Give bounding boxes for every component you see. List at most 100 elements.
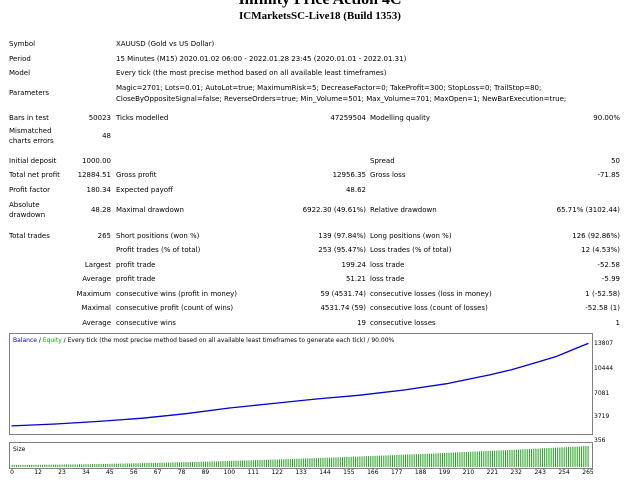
data-point [315,398,317,400]
gross-loss-label: Gross loss [370,171,406,179]
size-bar [541,448,543,467]
loss-trades-value: 12 (4.53%) [581,246,620,254]
size-bar [326,457,328,467]
maximal-dd-value: 6922.30 (49.61%) [302,206,366,214]
size-bar [165,462,167,467]
size-bar [394,455,396,467]
size-bar [124,463,126,467]
maximum-label: Maximum [76,290,112,298]
size-bar [481,451,483,467]
symbol-label: Symbol [9,40,36,48]
size-bar [70,464,72,467]
absolute-dd-label-1: Absolute [9,201,40,209]
size-chart: Size [9,442,593,469]
size-bar [176,462,178,467]
size-bar [587,446,589,467]
size-bar [583,446,585,467]
size-bar [513,449,515,467]
size-bar [378,455,380,467]
model-value: Every tick (the most precise method base… [116,69,387,77]
size-bar [200,461,202,467]
size-bar [576,446,578,467]
size-bar [294,458,296,467]
x-tick-label: 111 [247,469,259,476]
size-bar [89,464,91,467]
size-bar [461,452,463,467]
size-bar [359,456,361,467]
data-point [576,347,578,349]
size-bar [157,462,159,467]
size-bar [161,462,163,467]
size-bar [400,454,402,467]
data-point [185,413,187,415]
size-bar [341,457,343,467]
size-bar [518,449,520,467]
size-bar [494,450,496,467]
size-bar [435,453,437,467]
long-positions-label: Long positions (won %) [370,232,452,240]
maximal-label: Maximal [81,304,111,312]
data-point [565,351,567,353]
max-cons-profit-label: consecutive profit (count of wins) [116,304,234,312]
size-bar [55,464,57,467]
size-bar [528,448,530,467]
size-bar [76,464,78,467]
size-bar [139,463,141,467]
size-bar [485,451,487,467]
max-cons-loss-label: consecutive loss (count of losses) [370,304,488,312]
size-bar [207,461,209,467]
data-point [533,362,535,364]
size-bar [383,455,385,467]
size-bar [198,461,200,467]
size-bar [105,463,107,467]
size-bar [424,453,426,467]
size-bar [472,451,474,467]
size-bar [261,459,263,467]
max-cons-wins-label: consecutive wins (profit in money) [116,290,238,298]
x-tick-label: 243 [534,469,546,476]
size-bar [74,464,76,467]
size-bar [211,461,213,467]
series-line-balance [11,342,589,427]
size-bar [365,456,367,467]
size-bar [450,452,452,467]
size-bar [152,462,154,467]
size-bar [446,452,448,467]
x-tick-label: 34 [82,469,90,476]
gross-profit-label: Gross profit [116,171,157,179]
size-bar [352,456,354,467]
size-bar [168,462,170,467]
data-point [359,394,361,396]
largest-label: Largest [84,261,111,269]
size-bar [113,463,115,467]
size-bar [268,459,270,467]
size-bar [98,463,100,467]
size-bar [37,464,39,467]
size-bar [311,458,313,467]
size-bar [231,460,233,467]
size-bar [554,447,556,467]
size-bar [31,464,33,467]
size-bar [274,459,276,467]
size-bar [315,458,317,467]
bars-value: 50023 [88,114,111,122]
size-bar [346,456,348,467]
size-bar [337,457,339,467]
size-bar [507,450,509,467]
maximal-dd-label: Maximal drawdown [116,206,184,214]
size-bar [13,464,15,467]
size-bar [465,451,467,467]
long-positions-value: 126 (92.86%) [572,232,620,240]
size-bar [335,457,337,467]
size-bar [420,453,422,467]
size-bar [63,464,65,467]
size-bar [235,460,237,467]
max-cons-profit-value: 4531.74 (59) [320,304,366,312]
size-bar [426,453,428,467]
size-bar [391,455,393,467]
x-tick-label: 23 [58,469,66,476]
size-bar [552,447,554,467]
size-bar [381,455,383,467]
size-bar [83,464,85,467]
avg-cons-wins-value: 19 [357,319,366,327]
